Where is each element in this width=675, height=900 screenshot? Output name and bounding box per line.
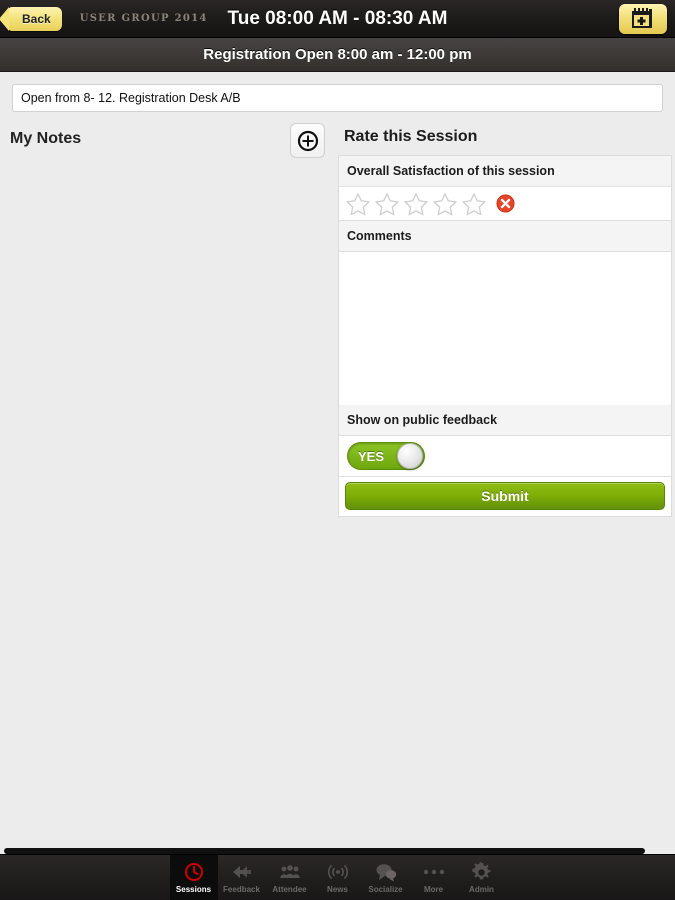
circle-plus-icon xyxy=(297,130,318,151)
comments-input[interactable] xyxy=(339,252,671,400)
top-navigation-bar: Back USER GROUP 2014 Tue 08:00 AM - 08:3… xyxy=(0,0,675,38)
ellipsis-icon xyxy=(422,861,446,883)
calendar-add-glyph xyxy=(632,8,652,28)
tab-feedback-label: Feedback xyxy=(223,885,260,894)
satisfaction-label: Overall Satisfaction of this session xyxy=(339,156,671,187)
star-5[interactable] xyxy=(461,191,487,217)
tab-socialize-label: Socialize xyxy=(368,885,403,894)
gear-icon xyxy=(471,861,492,883)
tab-attendee-label: Attendee xyxy=(272,885,307,894)
add-note-button[interactable] xyxy=(290,123,325,158)
submit-button-wrap: Submit xyxy=(339,477,671,516)
tab-news[interactable]: News xyxy=(314,855,362,900)
tab-admin-label: Admin xyxy=(469,885,494,894)
reply-arrows-icon xyxy=(231,861,253,883)
comments-label: Comments xyxy=(339,221,671,252)
star-2[interactable] xyxy=(374,191,400,217)
star-4[interactable] xyxy=(432,191,458,217)
clear-rating-icon[interactable] xyxy=(496,194,515,213)
brand-label: USER GROUP 2014 xyxy=(79,13,208,24)
star-rating-row xyxy=(339,187,671,221)
toggle-value-label: YES xyxy=(358,448,385,464)
star-3[interactable] xyxy=(403,191,429,217)
tab-more[interactable]: More xyxy=(410,855,458,900)
rate-session-heading: Rate this Session xyxy=(344,128,478,145)
my-notes-heading: My Notes xyxy=(10,130,82,147)
people-icon xyxy=(278,861,302,883)
tab-feedback[interactable]: Feedback xyxy=(218,855,266,900)
back-button[interactable]: Back xyxy=(8,6,62,31)
bottom-tab-bar: Sessions Feedback Attendee News Socializ… xyxy=(0,854,675,900)
public-feedback-label: Show on public feedback xyxy=(339,405,671,436)
public-feedback-toggle-row: YES xyxy=(339,436,671,477)
calendar-add-icon[interactable] xyxy=(619,4,667,34)
tab-attendee[interactable]: Attendee xyxy=(266,855,314,900)
tab-sessions[interactable]: Sessions xyxy=(169,855,218,900)
tab-news-label: News xyxy=(327,885,348,894)
speech-bubbles-icon xyxy=(374,861,398,883)
app-root: Back USER GROUP 2014 Tue 08:00 AM - 08:3… xyxy=(0,0,675,900)
tab-socialize[interactable]: Socialize xyxy=(362,855,410,900)
submit-button[interactable]: Submit xyxy=(345,482,665,510)
toggle-knob[interactable] xyxy=(397,443,423,469)
rate-session-panel: Overall Satisfaction of this session Com… xyxy=(338,155,672,517)
public-feedback-toggle[interactable]: YES xyxy=(347,442,425,470)
tab-sessions-label: Sessions xyxy=(175,885,212,894)
session-subtitle-bar: Registration Open 8:00 am - 12:00 pm xyxy=(0,38,675,72)
tab-more-label: More xyxy=(423,885,444,894)
clock-icon xyxy=(184,861,204,883)
back-button-label: Back xyxy=(22,11,51,26)
tab-admin[interactable]: Admin xyxy=(458,855,506,900)
star-1[interactable] xyxy=(345,191,371,217)
broadcast-icon xyxy=(327,861,349,883)
session-note-value: Open from 8- 12. Registration Desk A/B xyxy=(21,91,241,105)
session-note-field[interactable]: Open from 8- 12. Registration Desk A/B xyxy=(12,84,663,112)
